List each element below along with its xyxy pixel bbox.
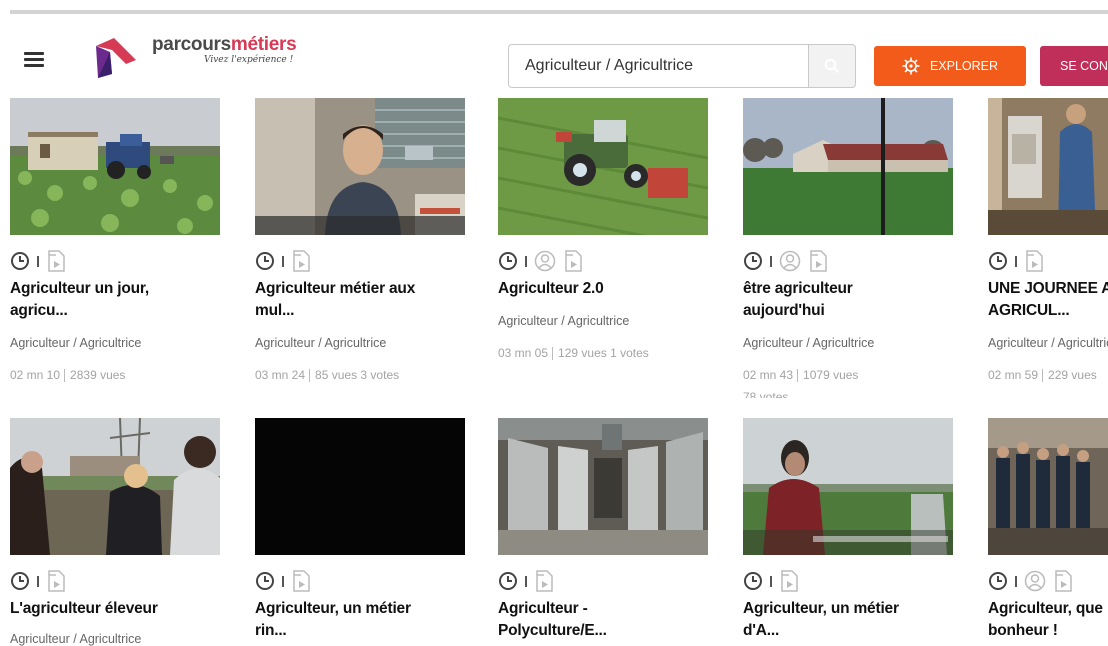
explore-label: EXPLORER (929, 59, 999, 73)
video-meta-icons (10, 248, 66, 274)
video-file-icon (48, 250, 65, 272)
clock-icon (256, 572, 274, 590)
video-title[interactable]: L'agriculteur éleveur (10, 598, 220, 620)
video-card[interactable]: Agriculteur un jour, agricu... Agriculteu… (10, 98, 220, 398)
clock-icon (499, 572, 517, 590)
clock-icon (744, 572, 762, 590)
logo-tagline: Vivez l'expérience ! (204, 55, 294, 65)
video-thumbnail[interactable] (10, 98, 220, 235)
clock-icon (11, 572, 29, 590)
user-icon (779, 250, 801, 272)
video-card[interactable]: être agriculteur aujourd'hui Agriculteur … (743, 98, 953, 398)
user-icon (534, 250, 556, 272)
video-thumbnail[interactable] (988, 418, 1108, 555)
video-thumbnail[interactable] (743, 98, 953, 235)
video-stats: 03 mn 24 85 vues 3 votes (255, 368, 400, 383)
clock-icon (11, 252, 29, 270)
site-header: parcoursmétiers Vivez l'expérience ! EXP… (0, 14, 1108, 94)
logo[interactable]: parcoursmétiers Vivez l'expérience ! (152, 34, 322, 74)
video-meta-icons (743, 248, 828, 274)
video-file-icon (536, 570, 553, 592)
video-card[interactable]: Agriculteur métier aux mul... Agriculteur… (255, 98, 465, 398)
video-thumbnail[interactable] (498, 98, 708, 235)
video-thumbnail[interactable] (255, 418, 465, 555)
clock-icon (989, 572, 1007, 590)
search-input[interactable] (508, 44, 810, 88)
video-card[interactable]: UNE JOURNEE A AGRICUL... Agriculteur / Ag… (988, 98, 1108, 398)
video-title[interactable]: être agriculteur aujourd'hui (743, 278, 953, 322)
user-icon (1024, 570, 1046, 592)
video-card[interactable]: Agriculteur, un métier rin... (255, 418, 465, 646)
video-stats: 03 mn 05 129 vues 1 votes (498, 346, 649, 361)
clock-icon (744, 252, 762, 270)
login-label: SE CON (1060, 59, 1108, 73)
video-stats: 02 mn 43 1079 vues 78 votes (743, 368, 859, 398)
video-meta-icons (743, 568, 799, 594)
video-card[interactable]: Agriculteur, que bonheur ! (988, 418, 1108, 646)
video-file-icon (810, 250, 827, 272)
clock-icon (989, 252, 1007, 270)
video-meta-icons (498, 248, 583, 274)
video-meta-icons (255, 248, 311, 274)
video-card[interactable]: Agriculteur 2.0 Agriculteur / Agricultri… (498, 98, 708, 398)
video-title[interactable]: UNE JOURNEE A AGRICUL... (988, 278, 1108, 322)
video-meta-icons (498, 568, 554, 594)
hamburger-icon[interactable] (24, 52, 44, 68)
video-file-icon (781, 570, 798, 592)
video-title[interactable]: Agriculteur métier aux mul... (255, 278, 465, 322)
video-title[interactable]: Agriculteur 2.0 (498, 278, 708, 300)
video-meta-icons (988, 248, 1044, 274)
clock-icon (256, 252, 274, 270)
video-card[interactable]: L'agriculteur éleveur Agriculteur / Agri… (10, 418, 220, 646)
video-category[interactable]: Agriculteur / Agricultrice (10, 336, 220, 350)
video-meta-icons (988, 568, 1073, 594)
video-file-icon (1055, 570, 1072, 592)
video-category[interactable]: Agriculteur / Agricultrice (988, 336, 1108, 350)
logo-mark-icon[interactable] (92, 34, 138, 80)
video-file-icon (293, 570, 310, 592)
video-thumbnail[interactable] (988, 98, 1108, 235)
video-thumbnail[interactable] (498, 418, 708, 555)
video-card[interactable]: Agriculteur - Polyculture/E... (498, 418, 708, 646)
explore-button[interactable]: EXPLORER (874, 46, 1026, 86)
video-meta-icons (255, 568, 311, 594)
video-category[interactable]: Agriculteur / Agricultrice (10, 632, 220, 646)
logo-prefix: parcours (152, 34, 231, 55)
video-stats: 02 mn 10 2839 vues (10, 368, 126, 383)
video-title[interactable]: Agriculteur, que bonheur ! (988, 598, 1108, 642)
video-meta-icons (10, 568, 66, 594)
video-file-icon (48, 570, 65, 592)
video-title[interactable]: Agriculteur, un métier rin... (255, 598, 465, 642)
video-category[interactable]: Agriculteur / Agricultrice (498, 314, 708, 328)
search-icon (824, 58, 840, 74)
clock-icon (499, 252, 517, 270)
video-file-icon (1026, 250, 1043, 272)
logo-suffix: métiers (230, 34, 297, 55)
video-card[interactable]: Agriculteur, un métier d'A... (743, 418, 953, 646)
video-grid: Agriculteur un jour, agricu... Agriculteu… (0, 98, 1108, 646)
video-stats: 02 mn 59 229 vues (988, 368, 1097, 383)
search-button[interactable] (808, 44, 856, 88)
video-category[interactable]: Agriculteur / Agricultrice (255, 336, 465, 350)
video-thumbnail[interactable] (10, 418, 220, 555)
video-thumbnail[interactable] (743, 418, 953, 555)
video-category[interactable]: Agriculteur / Agricultrice (743, 336, 953, 350)
login-button[interactable]: SE CON (1040, 46, 1108, 86)
video-title[interactable]: Agriculteur, un métier d'A... (743, 598, 953, 642)
compass-gear-icon (902, 57, 920, 75)
video-title[interactable]: Agriculteur un jour, agricu... (10, 278, 220, 322)
video-file-icon (565, 250, 582, 272)
video-thumbnail[interactable] (255, 98, 465, 235)
video-file-icon (293, 250, 310, 272)
video-title[interactable]: Agriculteur - Polyculture/E... (498, 598, 708, 642)
